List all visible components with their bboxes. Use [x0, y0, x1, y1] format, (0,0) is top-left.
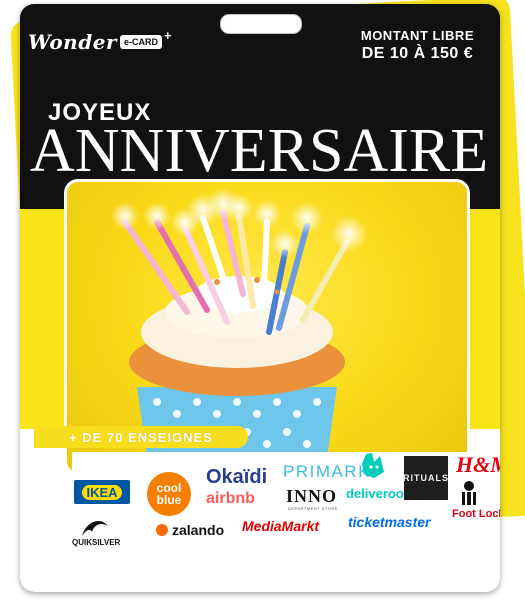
amount-line-1: MONTANT LIBRE	[360, 28, 474, 43]
brand-plus: +	[163, 27, 172, 43]
partner-logo-grid: IKEA cool blue Okaïdi PRIMARK deliveroo …	[72, 452, 500, 592]
rituals-logo: RITUALS	[403, 456, 448, 500]
mediamarkt-logo: MediaMarkt	[242, 518, 320, 534]
quiksilver-logo: QUIKSILVER	[72, 538, 121, 547]
zalando-dot-icon	[156, 524, 168, 536]
amount-label: MONTANT LIBRE DE 10 À 150 €	[361, 28, 474, 63]
enseignes-banner: + DE 70 ENSEIGNES	[34, 426, 248, 448]
brand-name: Wonder	[28, 30, 117, 54]
ticketmaster-logo: ticketmaster	[348, 514, 431, 530]
ikea-logo-text: IKEA	[82, 484, 122, 500]
inno-logo-subtitle: DEPARTMENT STORE	[288, 506, 338, 511]
brand-logo: Wonder e-CARD +	[28, 27, 172, 55]
deliveroo-kangaroo-icon	[360, 452, 386, 480]
gift-card: Wonder e-CARD + MONTANT LIBRE DE 10 À 15…	[20, 4, 500, 592]
brand-badge: e-CARD	[119, 35, 162, 49]
hang-hole-icon	[220, 14, 302, 34]
primark-logo: PRIMARK	[283, 462, 371, 481]
coolblue-logo-text-2: blue	[156, 493, 182, 507]
inno-logo: INNO	[286, 486, 338, 506]
airbnb-logo: airbnb	[206, 490, 255, 507]
footlocker-referee-icon	[458, 480, 480, 506]
footlocker-logo: Foot Locker	[452, 508, 500, 520]
okaidi-logo: Okaïdi	[206, 466, 268, 488]
ikea-logo: IKEA	[74, 480, 130, 504]
quiksilver-wave-icon	[80, 516, 110, 538]
coolblue-logo: cool blue	[147, 472, 191, 516]
deliveroo-logo: deliveroo	[346, 486, 404, 501]
greeting-big: ANNIVERSAIRE	[30, 117, 489, 185]
gift-card-scene: Wonder e-CARD + MONTANT LIBRE DE 10 À 15…	[0, 0, 525, 600]
zalando-logo-text: zalando	[172, 522, 225, 538]
hm-logo: H&M	[456, 452, 500, 477]
amount-line-2: DE 10 À 150 €	[361, 45, 474, 62]
zalando-logo: zalando	[156, 522, 224, 538]
